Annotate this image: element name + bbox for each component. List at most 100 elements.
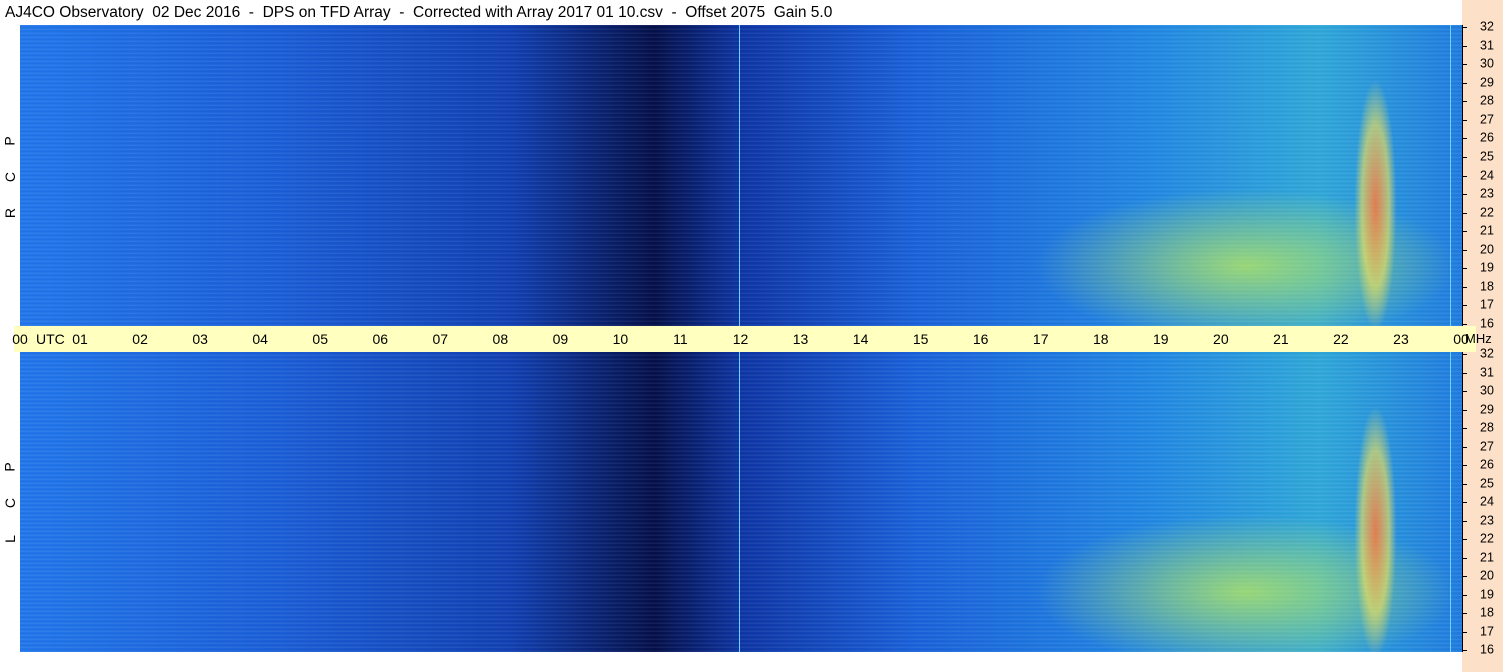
time-tick-label: 04 — [252, 331, 268, 347]
frequency-tick-label: 32 — [1480, 346, 1494, 361]
time-axis: UTC 00 01 02 03 04 05 06 07 08 09 10 11 12 13 14 15 16 17… — [12, 326, 1476, 352]
time-tick-label: 08 — [492, 331, 509, 347]
time-tick-label: 00 — [12, 331, 28, 347]
time-tick-label: 02 — [132, 331, 148, 347]
time-tick-label: 16 — [972, 331, 989, 347]
frequency-tick-mark — [1462, 324, 1467, 325]
frequency-tick-mark — [1462, 231, 1467, 233]
frequency-tick-mark — [1462, 305, 1467, 307]
lcp-frequency-axis: 32 31 30 29 28 27 26 25 24 23 22 21 20 19 18 17 16 — [1462, 347, 1503, 656]
lcp-hot-region — [20, 352, 1462, 652]
frequency-tick-label: 29 — [1480, 402, 1494, 416]
frequency-tick-mark — [1462, 557, 1467, 559]
frequency-tick-mark — [1462, 483, 1467, 485]
frequency-tick-label: 17 — [1480, 624, 1494, 638]
frequency-tick-label: 18 — [1480, 279, 1494, 294]
frequency-tick-label: 32 — [1480, 19, 1494, 34]
frequency-tick-label: 18 — [1480, 605, 1494, 620]
lcp-spectrogram[interactable] — [20, 352, 1462, 652]
time-tick-label: 09 — [552, 331, 569, 347]
frequency-tick-label: 27 — [1480, 112, 1494, 127]
time-tick-label: 21 — [1273, 331, 1289, 347]
rcp-marker-line — [739, 25, 740, 326]
frequency-tick-label: 20 — [1480, 568, 1494, 583]
lcp-label-letter-3: L — [1, 535, 18, 543]
frequency-tick-label: 30 — [1480, 56, 1494, 71]
frequency-tick-label: 25 — [1480, 149, 1494, 164]
frequency-tick-label: 23 — [1480, 513, 1494, 527]
frequency-tick-label: 16 — [1480, 642, 1494, 657]
frequency-tick-mark — [1462, 650, 1467, 651]
frequency-tick-mark — [1462, 286, 1467, 288]
frequency-tick-mark — [1462, 631, 1467, 633]
frequency-tick-label: 28 — [1480, 420, 1494, 435]
frequency-tick-mark — [1462, 175, 1467, 177]
frequency-tick-label: 17 — [1480, 297, 1494, 312]
rcp-marker-line-right — [1450, 25, 1451, 326]
frequency-tick-label: 21 — [1480, 223, 1494, 238]
frequency-tick-mark — [1462, 428, 1467, 429]
frequency-tick-mark — [1462, 539, 1467, 540]
frequency-tick-label: 25 — [1480, 476, 1494, 490]
time-tick-label: 12 — [732, 331, 749, 347]
time-tick-label: 10 — [612, 331, 629, 347]
lcp-label-letter-1: P — [2, 462, 18, 472]
time-tick-label: 11 — [673, 331, 688, 347]
frequency-tick-mark — [1462, 119, 1467, 121]
frequency-tick-mark — [1462, 465, 1467, 466]
time-tick-label: 07 — [432, 331, 449, 347]
frequency-tick-mark — [1462, 613, 1467, 614]
frequency-tick-mark — [1462, 594, 1467, 596]
frequency-tick-label: 30 — [1480, 383, 1494, 398]
frequency-tick-label: 27 — [1480, 439, 1494, 453]
frequency-tick-label: 22 — [1480, 531, 1494, 546]
lcp-label-letter-2: C — [2, 497, 18, 509]
time-tick-label: 23 — [1393, 331, 1409, 347]
frequency-tick-mark — [1462, 64, 1467, 66]
frequency-tick-label: 28 — [1480, 93, 1494, 108]
frequency-tick-label: 29 — [1480, 75, 1494, 90]
frequency-tick-mark — [1462, 45, 1467, 47]
time-tick-label: 01 — [72, 331, 88, 347]
frequency-tick-label: 21 — [1480, 550, 1494, 564]
frequency-tick-label: 23 — [1480, 186, 1494, 201]
frequency-tick-mark — [1462, 194, 1467, 196]
frequency-tick-mark — [1462, 502, 1467, 503]
time-tick-label: 15 — [912, 331, 929, 347]
frequency-tick-label: 24 — [1480, 494, 1494, 509]
time-tick-label: 13 — [792, 331, 809, 347]
frequency-tick-label: 26 — [1480, 130, 1494, 145]
rcp-label-letter-3: R — [2, 207, 18, 219]
frequency-tick-mark — [1462, 82, 1467, 84]
frequency-tick-mark — [1462, 409, 1467, 411]
lcp-marker-line-right — [1450, 352, 1451, 652]
frequency-tick-label: 16 — [1480, 316, 1494, 331]
frequency-tick-mark — [1462, 138, 1467, 140]
frequency-tick-label: 19 — [1480, 587, 1494, 601]
frequency-tick-mark — [1462, 27, 1467, 28]
frequency-tick-label: 20 — [1480, 242, 1494, 257]
frequency-tick-mark — [1462, 520, 1467, 522]
frequency-tick-mark — [1462, 576, 1467, 577]
time-tick-label: 20 — [1213, 331, 1229, 347]
frequency-tick-label: 22 — [1480, 205, 1494, 220]
frequency-tick-mark — [1462, 212, 1467, 214]
frequency-tick-mark — [1462, 446, 1467, 448]
lcp-marker-line — [739, 352, 740, 652]
rcp-spectrogram[interactable] — [20, 25, 1462, 326]
frequency-tick-mark — [1462, 391, 1467, 392]
frequency-tick-mark — [1462, 372, 1467, 374]
time-tick-label: 19 — [1152, 331, 1169, 347]
rcp-label-letter-2: C — [2, 171, 18, 183]
time-tick-label: 05 — [312, 331, 328, 347]
rcp-frequency-axis: 32 31 30 29 28 27 26 25 24 23 22 21 20 19 18 17 16 — [1462, 20, 1503, 330]
frequency-tick-label: 31 — [1480, 38, 1494, 53]
frequency-axis-unit: MHz — [1465, 331, 1492, 346]
chart-title: AJ4CO Observatory 02 Dec 2016 - DPS on T… — [5, 4, 833, 21]
frequency-tick-mark — [1462, 101, 1467, 103]
time-tick-label: 17 — [1032, 331, 1049, 347]
time-tick-label: 14 — [852, 331, 869, 347]
time-tick-label: 22 — [1333, 331, 1349, 347]
frequency-tick-label: 26 — [1480, 457, 1494, 472]
frequency-tick-mark — [1462, 249, 1467, 251]
